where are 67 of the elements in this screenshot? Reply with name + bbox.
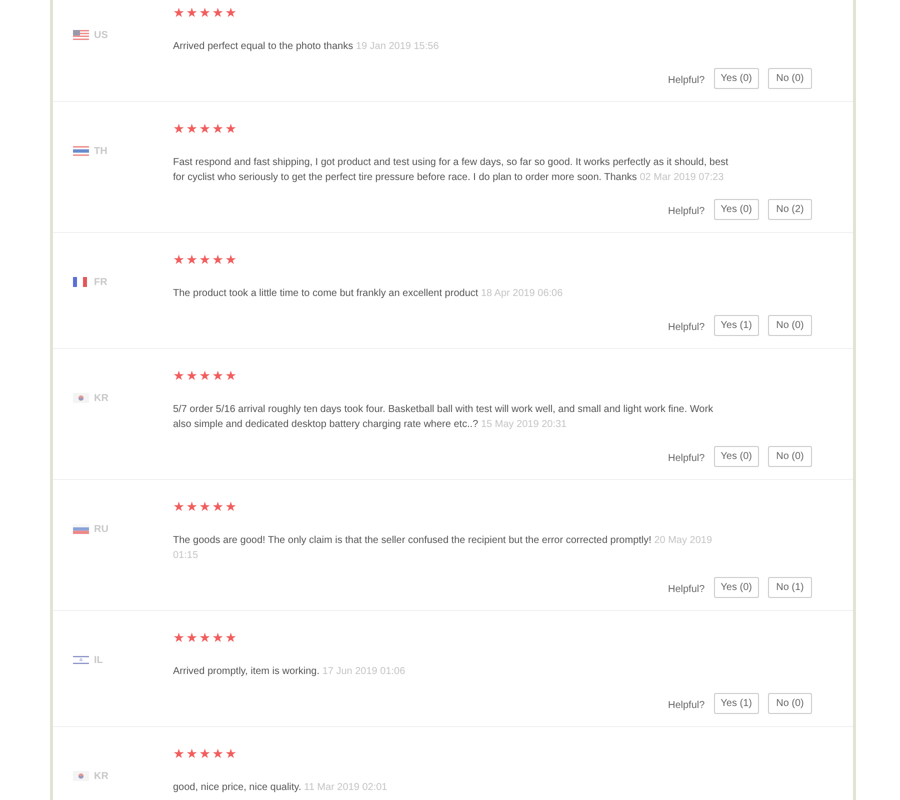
helpful-label: Helpful? — [668, 320, 705, 334]
star-icon: ★ — [225, 500, 237, 513]
helpful-label: Helpful? — [668, 204, 705, 218]
star-icon: ★ — [212, 6, 224, 19]
yes-button[interactable]: Yes (1) — [714, 693, 759, 714]
star-icon: ★ — [225, 253, 237, 266]
star-icon: ★ — [199, 253, 211, 266]
no-button[interactable]: No (2) — [768, 199, 812, 220]
yes-button[interactable]: Yes (0) — [714, 68, 759, 89]
star-icon: ★ — [212, 631, 224, 644]
review-text: Fast respond and fast shipping, I got product and test using for a few days, so far so good. It works perfectly as it should, best for cyclist who seriously to get the perfect tire pressure before race. I do plan to order more soon. Thanks 02 Mar 2019 07:23 — [173, 156, 730, 185]
star-icon: ★ — [199, 369, 211, 382]
star-icon: ★ — [199, 122, 211, 135]
star-icon: ★ — [186, 6, 198, 19]
review-text: Arrived promptly, item is working. 17 Jun 2019 01:06 — [173, 665, 406, 679]
star-icon: ★ — [212, 747, 224, 760]
flag-icon — [73, 771, 89, 781]
flag-icon — [73, 393, 89, 403]
yes-button[interactable]: Yes (0) — [714, 199, 759, 220]
star-icon: ★ — [199, 747, 211, 760]
review-text: The product took a little time to come but frankly an excellent product 18 Apr 2019 06:06 — [173, 287, 564, 301]
star-icon: ★ — [186, 631, 198, 644]
star-icon: ★ — [186, 747, 198, 760]
star-icon: ★ — [212, 369, 224, 382]
helpful-label: Helpful? — [668, 582, 705, 596]
star-icon: ★ — [199, 500, 211, 513]
star-icon: ★ — [225, 747, 237, 760]
no-button[interactable]: No (0) — [768, 446, 812, 467]
star-icon: ★ — [173, 253, 185, 266]
star-icon: ★ — [212, 500, 224, 513]
star-icon: ★ — [186, 500, 198, 513]
review-text: Arrived perfect equal to the photo thanks 19 Jan 2019 15:56 — [173, 40, 440, 54]
star-icon: ★ — [225, 369, 237, 382]
star-icon: ★ — [212, 253, 224, 266]
star-icon: ★ — [173, 631, 185, 644]
no-button[interactable]: No (1) — [768, 577, 812, 598]
star-icon: ★ — [199, 631, 211, 644]
star-icon: ★ — [225, 631, 237, 644]
review-text: 5/7 order 5/16 arrival roughly ten days took four. Basketball ball with test will work well, and small and light work fine. Work also simple and dedicated desktop battery charging rate where etc..? 15 May 2019 20:31 — [173, 403, 714, 432]
no-button[interactable]: No (0) — [768, 693, 812, 714]
review-text: good, nice price, nice quality. 11 Mar 2019 02:01 — [173, 781, 388, 795]
star-icon: ★ — [173, 369, 185, 382]
star-icon: ★ — [199, 6, 211, 19]
star-icon: ★ — [186, 122, 198, 135]
helpful-label: Helpful? — [668, 452, 705, 466]
flag-icon — [73, 655, 89, 665]
star-icon: ★ — [186, 369, 198, 382]
flag-icon — [73, 277, 89, 287]
helpful-label: Helpful? — [668, 74, 705, 88]
star-icon: ★ — [173, 6, 185, 19]
star-icon: ★ — [173, 500, 185, 513]
no-button[interactable]: No (0) — [768, 315, 812, 336]
helpful-label: Helpful? — [668, 698, 705, 712]
flag-icon — [73, 30, 89, 40]
star-icon: ★ — [212, 122, 224, 135]
star-icon: ★ — [225, 122, 237, 135]
star-icon: ★ — [173, 747, 185, 760]
yes-button[interactable]: Yes (0) — [714, 446, 759, 467]
star-icon: ★ — [225, 6, 237, 19]
no-button[interactable]: No (0) — [768, 68, 812, 89]
review-text: The goods are good! The only claim is that the seller confused the recipient but the error corrected promptly! 20 May 2019 01:15 — [173, 534, 714, 563]
yes-button[interactable]: Yes (1) — [714, 315, 759, 336]
flag-icon — [73, 146, 89, 156]
star-icon: ★ — [173, 122, 185, 135]
yes-button[interactable]: Yes (0) — [714, 577, 759, 598]
star-icon: ★ — [186, 253, 198, 266]
flag-icon — [73, 524, 89, 534]
